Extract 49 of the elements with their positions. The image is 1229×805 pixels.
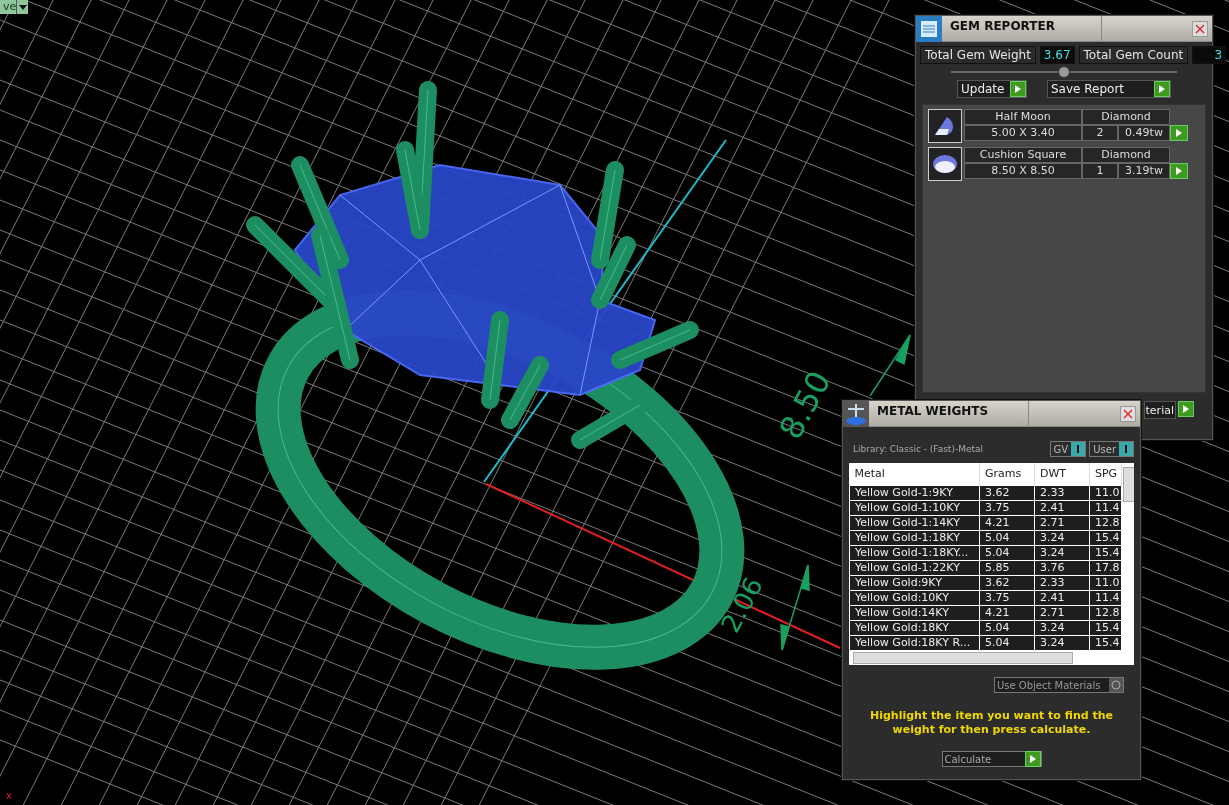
action-button[interactable]: Update — [957, 80, 1027, 98]
table-cell: 2.33 — [1034, 485, 1090, 501]
play-button[interactable] — [1178, 401, 1194, 417]
dimension-label: 8.50 — [771, 364, 839, 446]
instruction-text: Highlight the item you want to find the weight for then press calculate. — [869, 709, 1114, 737]
circle-icon — [1111, 680, 1121, 690]
window-title: GEM REPORTER — [942, 16, 1102, 41]
toggle-switch[interactable]: GV — [1049, 441, 1087, 457]
close-button[interactable] — [1192, 20, 1208, 37]
axis-label: x — [6, 790, 12, 801]
gem-material: Diamond — [1082, 109, 1170, 125]
use-object-materials-option[interactable]: Use Object Materials — [994, 677, 1124, 693]
table-cell: 11.0 — [1089, 485, 1122, 501]
material-button[interactable]: terial — [1143, 401, 1176, 419]
total-label: Total Gem Weight — [920, 46, 1036, 64]
gem-weight: 3.19tw — [1118, 163, 1170, 179]
gem-weight: 0.49tw — [1118, 125, 1170, 141]
gem-thumbnail-icon — [932, 154, 958, 174]
play-icon — [1015, 85, 1021, 93]
play-icon — [1029, 755, 1036, 763]
play-icon — [1176, 167, 1182, 175]
gem-detail-button[interactable] — [1170, 163, 1188, 179]
gem-material: Diamond — [1082, 147, 1170, 163]
play-icon — [1183, 405, 1189, 413]
dimension-label: 2.06 — [715, 572, 769, 638]
report-icon — [916, 15, 942, 42]
table-cell: 3.62 — [979, 485, 1035, 501]
window-title: METAL WEIGHTS — [869, 401, 1029, 426]
table-cell: Yellow Gold-1:9KY — [849, 485, 980, 501]
total-value: 3.67 — [1039, 46, 1075, 64]
gem-size: 8.50 X 8.50 — [964, 163, 1082, 179]
gem-count: 1 — [1082, 163, 1118, 179]
play-icon — [1176, 129, 1182, 137]
dimension-line — [869, 334, 911, 397]
play-icon — [1159, 85, 1165, 93]
gem-count: 2 — [1082, 125, 1118, 141]
gem-name: Cushion Square — [964, 147, 1082, 163]
gem-size: 5.00 X 3.40 — [964, 125, 1082, 141]
toggle-switch[interactable]: User — [1089, 441, 1134, 457]
gem-name: Half Moon — [964, 109, 1082, 125]
calculate-button[interactable]: Calculate — [941, 751, 1042, 767]
caret-icon — [18, 4, 27, 10]
total-label: Total Gem Count — [1078, 46, 1189, 64]
collapse-handle[interactable] — [1058, 66, 1070, 78]
action-button[interactable]: Save Report — [1047, 80, 1171, 98]
gem-detail-button[interactable] — [1170, 125, 1188, 141]
total-value: 3 — [1192, 46, 1227, 64]
close-button[interactable] — [1120, 405, 1136, 422]
library-label: Library: Classic - (Fast)-Metal — [853, 444, 983, 454]
